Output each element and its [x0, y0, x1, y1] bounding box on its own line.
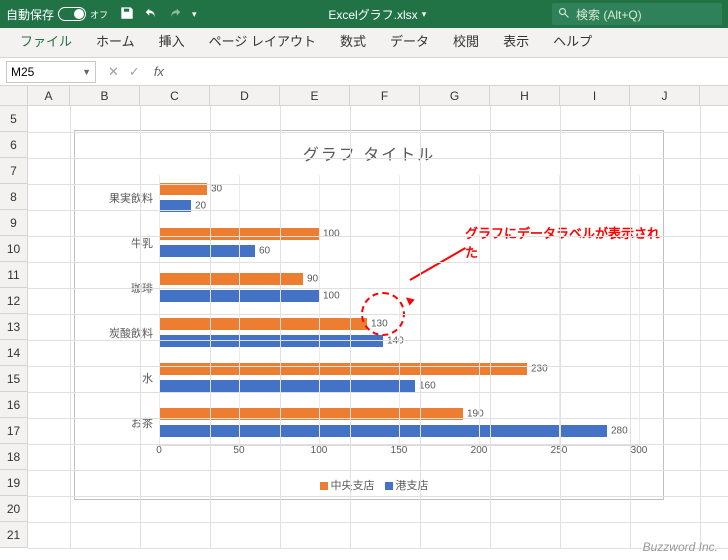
autosave-state: オフ [90, 8, 108, 21]
tab-表示[interactable]: 表示 [491, 25, 541, 57]
x-axis[interactable]: 050100150200250300 [159, 445, 639, 463]
watermark: Buzzword Inc. [643, 540, 718, 554]
autosave-label: 自動保存 [6, 6, 54, 23]
cancel-icon[interactable]: ✕ [108, 64, 119, 80]
save-icon[interactable] [120, 6, 134, 23]
row-header-14[interactable]: 14 [0, 340, 28, 366]
row-header-10[interactable]: 10 [0, 236, 28, 262]
col-header-D[interactable]: D [210, 86, 280, 105]
row-header-16[interactable]: 16 [0, 392, 28, 418]
title-dropdown-icon[interactable]: ▾ [422, 9, 427, 20]
quick-access-toolbar: ▾ [114, 6, 203, 23]
col-header-C[interactable]: C [140, 86, 210, 105]
data-label[interactable]: 100 [319, 290, 340, 301]
col-header-F[interactable]: F [350, 86, 420, 105]
row-header-19[interactable]: 19 [0, 470, 28, 496]
bar-中央支店[interactable]: 90 [159, 273, 303, 285]
row-header-6[interactable]: 6 [0, 132, 28, 158]
tab-ファイル[interactable]: ファイル [8, 25, 84, 57]
x-tick: 50 [233, 445, 244, 456]
bar-港支店[interactable]: 280 [159, 425, 607, 437]
row-header-13[interactable]: 13 [0, 314, 28, 340]
legend-swatch [385, 482, 393, 490]
enter-icon[interactable]: ✓ [129, 64, 140, 80]
legend-swatch [320, 482, 328, 490]
category-label[interactable]: 果実飲料 [79, 190, 159, 206]
bar-港支店[interactable]: 160 [159, 380, 415, 392]
x-tick: 100 [311, 445, 328, 456]
row-header-20[interactable]: 20 [0, 496, 28, 522]
col-header-G[interactable]: G [420, 86, 490, 105]
data-label[interactable]: 90 [303, 274, 318, 285]
formula-bar-row: M25 ▼ ✕ ✓ fx [0, 58, 728, 86]
toggle-icon [58, 7, 86, 21]
x-tick: 300 [631, 445, 648, 456]
data-label[interactable]: 160 [415, 380, 436, 391]
tab-データ[interactable]: データ [378, 25, 441, 57]
col-header-E[interactable]: E [280, 86, 350, 105]
category-label[interactable]: 炭酸飲料 [79, 325, 159, 341]
row-header-18[interactable]: 18 [0, 444, 28, 470]
row-header-8[interactable]: 8 [0, 184, 28, 210]
x-tick: 200 [471, 445, 488, 456]
bar-中央支店[interactable]: 130 [159, 318, 367, 330]
search-placeholder: 検索 (Alt+Q) [576, 6, 642, 23]
row-header-15[interactable]: 15 [0, 366, 28, 392]
autosave-toggle[interactable]: 自動保存 オフ [0, 6, 114, 23]
fx-icon[interactable]: fx [150, 64, 168, 80]
search-icon [558, 7, 570, 22]
category-label[interactable]: お茶 [79, 415, 159, 431]
column-headers: ABCDEFGHIJ [0, 86, 728, 106]
x-tick: 150 [391, 445, 408, 456]
legend-label[interactable]: 港支店 [396, 480, 429, 492]
col-header-H[interactable]: H [490, 86, 560, 105]
window-title: Excelグラフ.xlsx ▾ [203, 6, 552, 23]
row-header-12[interactable]: 12 [0, 288, 28, 314]
row-header-17[interactable]: 17 [0, 418, 28, 444]
chevron-down-icon[interactable]: ▼ [82, 67, 91, 77]
tab-挿入[interactable]: 挿入 [147, 25, 197, 57]
undo-icon[interactable] [144, 6, 158, 23]
cell-reference: M25 [11, 65, 34, 79]
worksheet-grid[interactable]: ABCDEFGHIJ 56789101112131415161718192021… [0, 86, 728, 560]
x-tick: 250 [551, 445, 568, 456]
x-tick: 0 [156, 445, 162, 456]
data-label[interactable]: 60 [255, 245, 270, 256]
formula-input[interactable] [174, 61, 728, 83]
tab-ヘルプ[interactable]: ヘルプ [541, 25, 604, 57]
tab-ホーム[interactable]: ホーム [84, 25, 147, 57]
row-headers: 56789101112131415161718192021 [0, 106, 28, 548]
titlebar: 自動保存 オフ ▾ Excelグラフ.xlsx ▾ 検索 (Alt+Q) [0, 0, 728, 28]
tab-ページ レイアウト[interactable]: ページ レイアウト [197, 25, 328, 57]
cells-area[interactable]: グラフ タイトル 果実飲料3020牛乳10060珈琲90100炭酸飲料13014… [28, 106, 728, 548]
qat-dropdown-icon[interactable]: ▾ [192, 9, 197, 20]
name-box[interactable]: M25 ▼ [6, 61, 96, 83]
data-label[interactable]: 100 [319, 229, 340, 240]
filename: Excelグラフ.xlsx [328, 6, 417, 23]
category-label[interactable]: 水 [79, 370, 159, 386]
bar-中央支店[interactable]: 230 [159, 363, 527, 375]
search-box[interactable]: 検索 (Alt+Q) [552, 3, 722, 25]
row-header-7[interactable]: 7 [0, 158, 28, 184]
ribbon-tabs: ファイルホーム挿入ページ レイアウト数式データ校閲表示ヘルプ [0, 28, 728, 58]
tab-数式[interactable]: 数式 [328, 25, 378, 57]
data-label[interactable]: 280 [607, 425, 628, 436]
chart-legend[interactable]: 中央支店 港支店 [75, 477, 663, 493]
formula-buttons: ✕ ✓ fx [102, 64, 174, 80]
col-header-I[interactable]: I [560, 86, 630, 105]
col-header-A[interactable]: A [28, 86, 70, 105]
row-header-5[interactable]: 5 [0, 106, 28, 132]
legend-label[interactable]: 中央支店 [331, 480, 375, 492]
col-header-B[interactable]: B [70, 86, 140, 105]
col-header-J[interactable]: J [630, 86, 700, 105]
chart-title[interactable]: グラフ タイトル [75, 131, 663, 169]
row-header-11[interactable]: 11 [0, 262, 28, 288]
annotation-text: グラフにデータラベルが表示された [465, 223, 663, 261]
tab-校閲[interactable]: 校閲 [441, 25, 491, 57]
bar-港支店[interactable]: 60 [159, 245, 255, 257]
select-all-corner[interactable] [0, 86, 28, 105]
row-header-9[interactable]: 9 [0, 210, 28, 236]
redo-icon[interactable] [168, 6, 182, 23]
row-header-21[interactable]: 21 [0, 522, 28, 548]
